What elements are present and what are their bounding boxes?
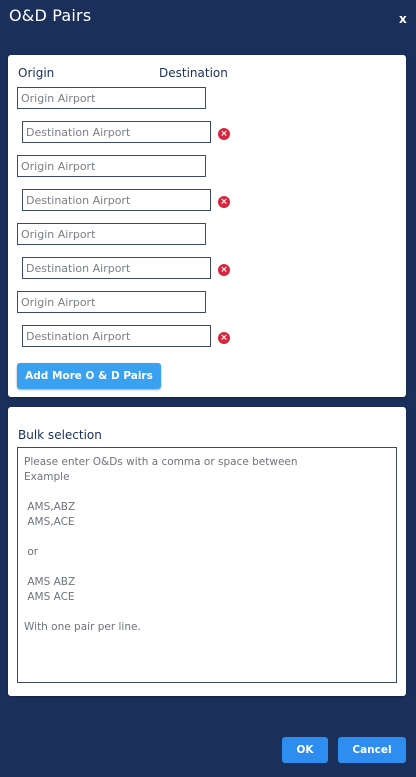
- destination-column-label: Destination: [159, 66, 228, 80]
- remove-pair-icon[interactable]: ×: [218, 264, 230, 276]
- origin-column-label: Origin: [18, 66, 55, 80]
- remove-pair-icon[interactable]: ×: [218, 128, 230, 140]
- close-icon[interactable]: x: [399, 12, 407, 26]
- origin-airport-input[interactable]: [17, 87, 206, 109]
- remove-pair-icon[interactable]: ×: [218, 332, 230, 344]
- ok-button[interactable]: OK: [282, 737, 328, 763]
- origin-airport-input[interactable]: [17, 223, 206, 245]
- bulk-selection-textarea[interactable]: [17, 447, 397, 683]
- destination-airport-input[interactable]: [22, 121, 211, 143]
- destination-airport-input[interactable]: [22, 257, 211, 279]
- add-more-pairs-button[interactable]: Add More O & D Pairs: [17, 363, 161, 389]
- cancel-button[interactable]: Cancel: [338, 737, 406, 763]
- od-pairs-panel: Origin Destination × × × × Add More O & …: [8, 55, 406, 397]
- origin-airport-input[interactable]: [17, 291, 206, 313]
- dialog-title: O&D Pairs: [9, 6, 92, 25]
- bulk-selection-panel: Bulk selection: [8, 407, 406, 696]
- origin-airport-input[interactable]: [17, 155, 206, 177]
- remove-pair-icon[interactable]: ×: [218, 196, 230, 208]
- bulk-selection-label: Bulk selection: [18, 428, 102, 442]
- destination-airport-input[interactable]: [22, 325, 211, 347]
- dialog-header: O&D Pairs x: [0, 0, 416, 40]
- destination-airport-input[interactable]: [22, 189, 211, 211]
